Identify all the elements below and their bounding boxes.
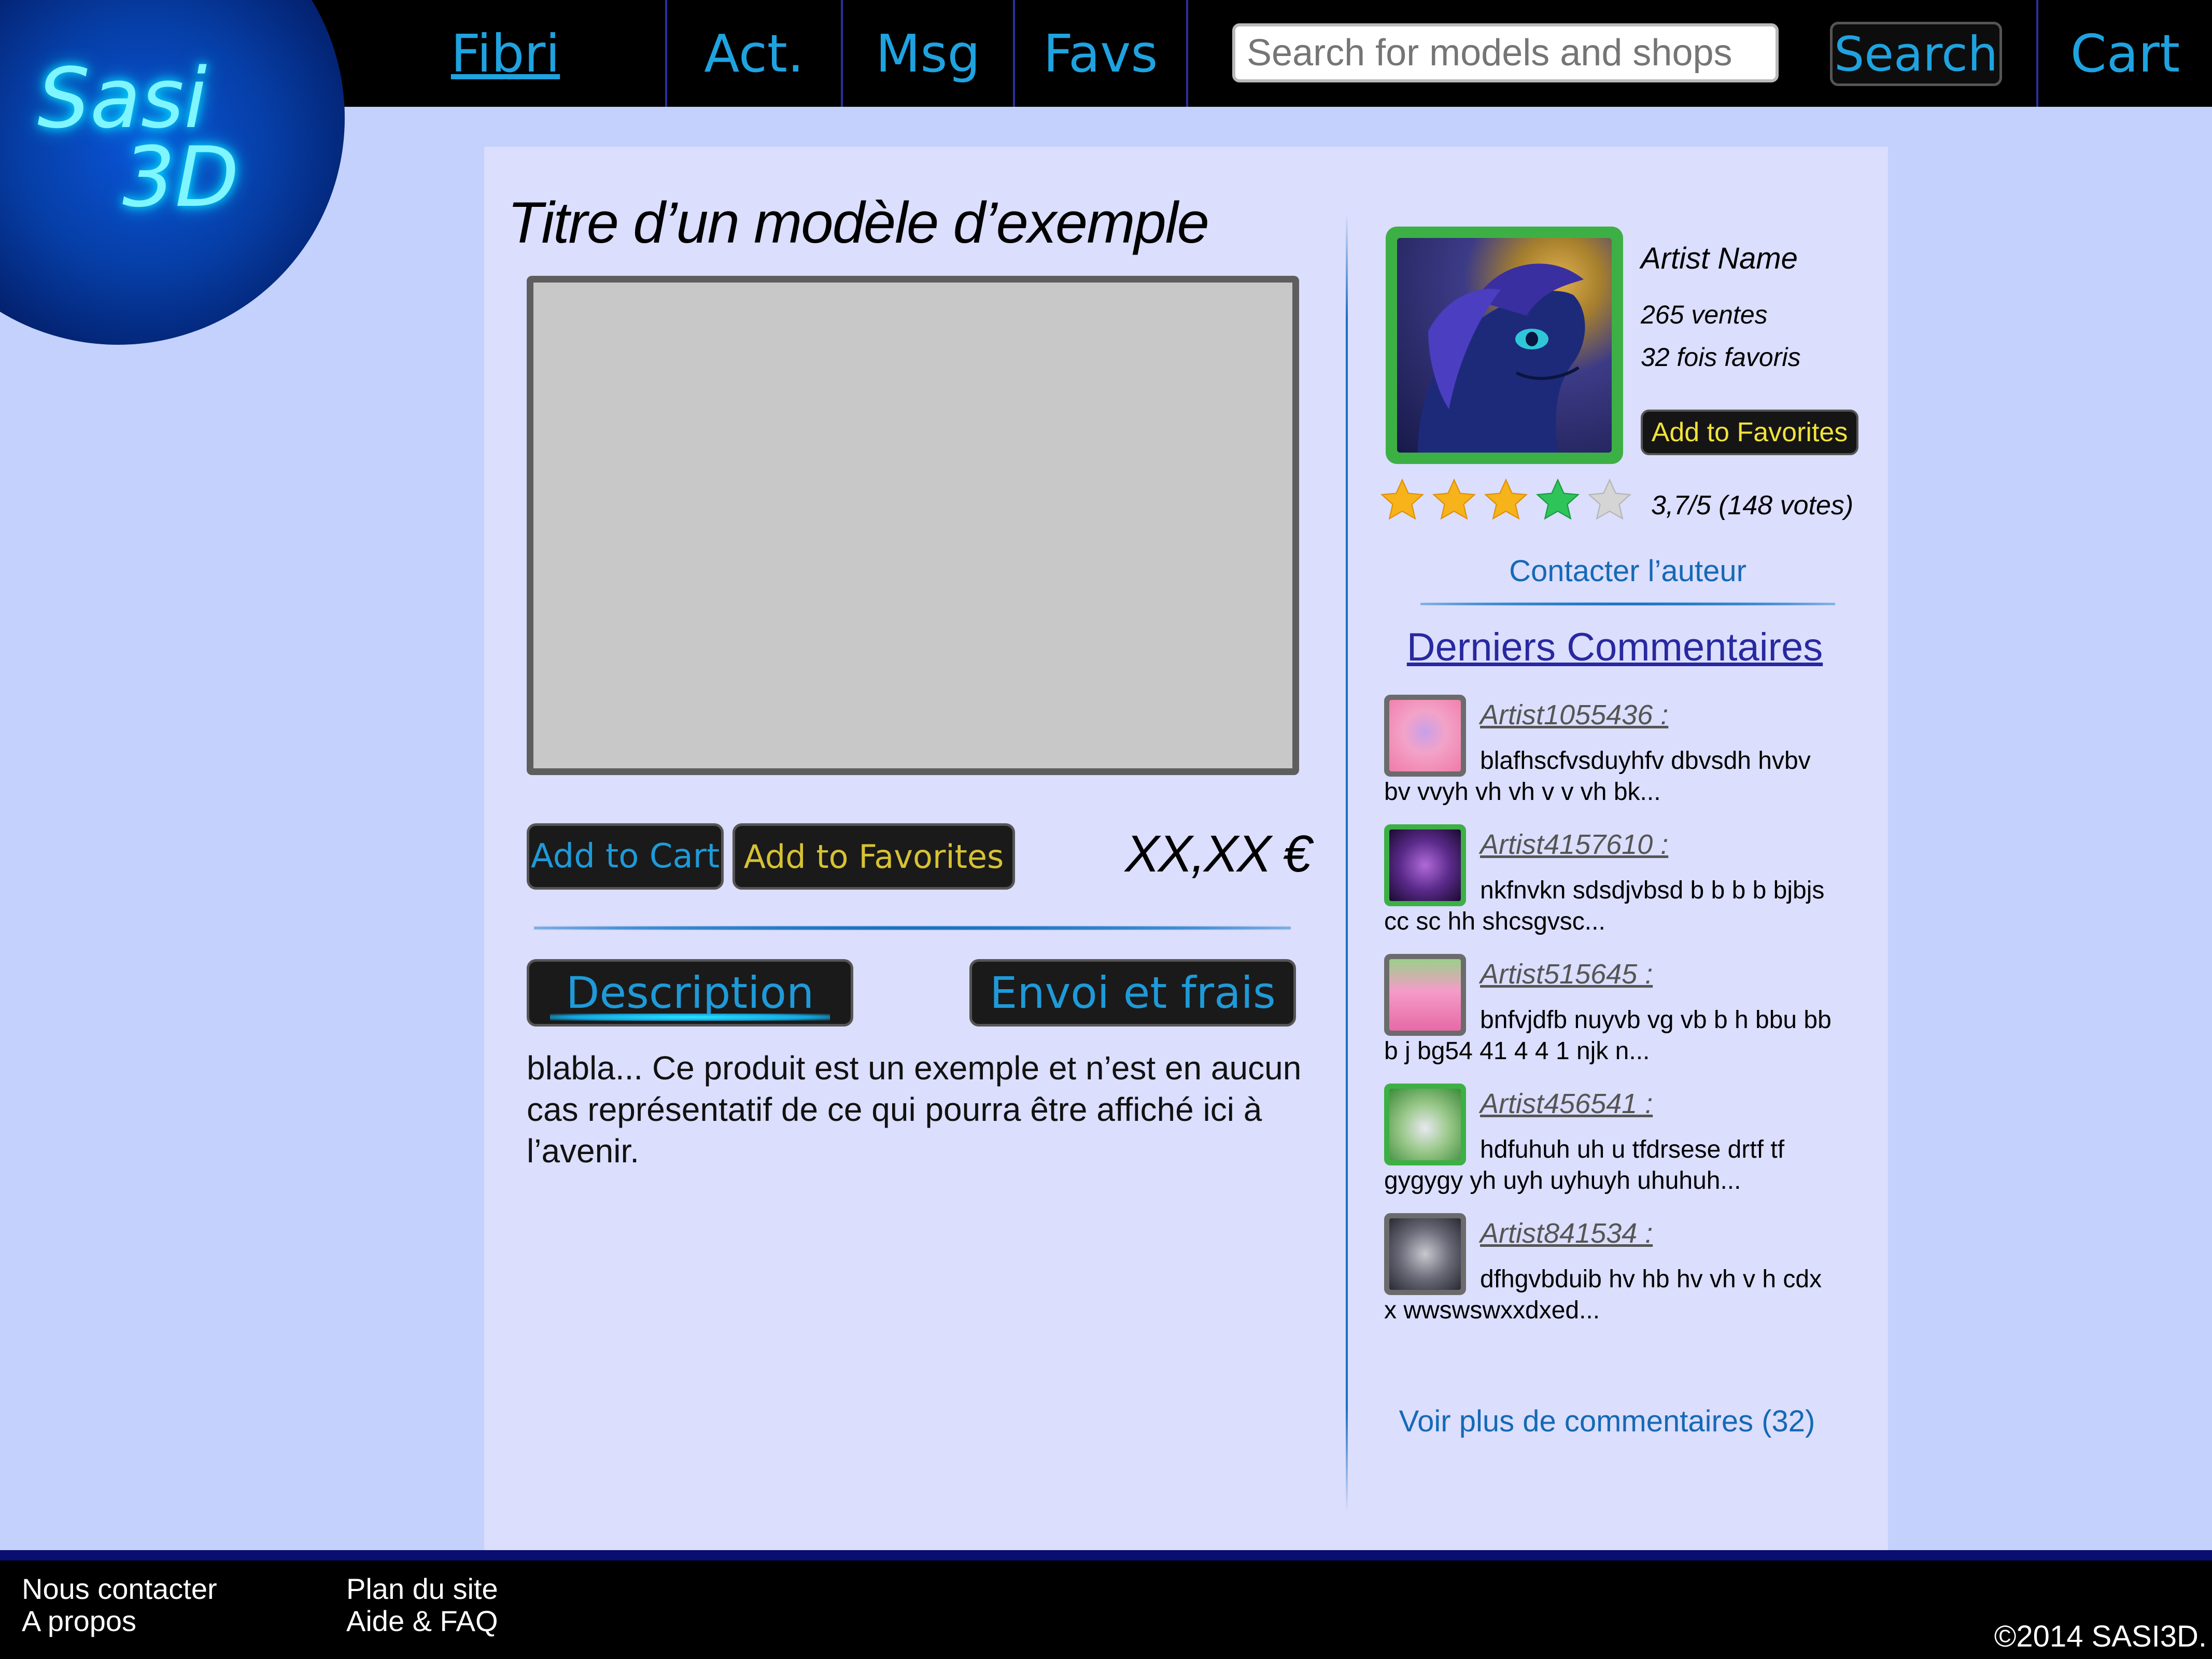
comment-text: blafhscfvsduyhfv dbvsdh hvbv bv vvyh vh … — [1384, 747, 1811, 806]
artist-name[interactable]: Artist Name — [1641, 241, 1798, 276]
rating-stars[interactable] — [1379, 477, 1633, 524]
description-text: blabla... Ce produit est un exemple et n… — [527, 1049, 1302, 1170]
star-icon[interactable] — [1431, 477, 1477, 524]
logo-text-line1: Sasi — [37, 50, 207, 147]
nav-messages-link[interactable]: Msg — [843, 0, 1013, 107]
footer-contact-link[interactable]: Nous contacter — [22, 1572, 217, 1606]
logo-text-line2: 3D — [122, 129, 239, 226]
star-icon[interactable] — [1379, 477, 1426, 524]
comment-author[interactable]: Artist4157610 : — [1480, 828, 1668, 861]
comment-text: nkfnvkn sdsdjvbsd b b b b bjbjs cc sc hh… — [1384, 877, 1825, 935]
search-button[interactable]: Search — [1830, 22, 2002, 86]
artist-favorites-count: 32 fois favoris — [1641, 343, 1801, 372]
footer-about-link[interactable]: A propos — [22, 1604, 136, 1638]
rating-summary: 3,7/5 (148 votes) — [1651, 490, 1854, 521]
star-icon[interactable] — [1586, 477, 1633, 524]
price-label: XX,XX € — [1125, 825, 1312, 883]
nav-cart-link[interactable]: Cart — [2038, 0, 2212, 107]
add-to-favorites-button[interactable]: Add to Favorites — [732, 823, 1015, 890]
divider — [1420, 602, 1835, 606]
nav-favs-link[interactable]: Favs — [1015, 0, 1186, 107]
copyright-notice: ©2014 SASI3D. — [1994, 1620, 2207, 1653]
artist-sales-count: 265 ventes — [1641, 300, 1768, 329]
comment-author[interactable]: Artist456541 : — [1480, 1088, 1653, 1120]
nav-separator — [1186, 0, 1188, 107]
star-icon[interactable] — [1534, 477, 1581, 524]
nav-activity-link[interactable]: Act. — [667, 0, 841, 107]
comment-author[interactable]: Artist841534 : — [1480, 1217, 1653, 1249]
more-comments-link[interactable]: Voir plus de commentaires (32) — [1348, 1404, 1866, 1439]
comment-text: hdfuhuh uh u tfdrsese drtf tf gygygy yh … — [1384, 1136, 1785, 1194]
search-input[interactable] — [1232, 23, 1779, 82]
column-divider — [1346, 214, 1348, 1512]
artist-avatar[interactable] — [1386, 227, 1623, 464]
tab-shipping[interactable]: Envoi et frais — [969, 959, 1296, 1027]
footer-help-link[interactable]: Aide & FAQ — [346, 1604, 498, 1638]
tab-description[interactable]: Description — [527, 959, 853, 1027]
divider — [534, 926, 1291, 930]
model-title: Titre d’un modèle d’exemple — [508, 190, 1209, 255]
contact-author-link[interactable]: Contacter l’auteur — [1488, 554, 1768, 588]
comment-author[interactable]: Artist515645 : — [1480, 958, 1653, 990]
footer-band — [0, 1550, 2212, 1560]
comment-text: bnfvjdfb nuyvb vg vb b h bbu bb b j bg54… — [1384, 1006, 1831, 1065]
artist-add-to-favorites-button[interactable]: Add to Favorites — [1641, 410, 1858, 455]
footer-sitemap-link[interactable]: Plan du site — [346, 1572, 498, 1606]
avatar-image — [1397, 238, 1612, 453]
star-icon[interactable] — [1483, 477, 1529, 524]
comment-author[interactable]: Artist1055436 : — [1480, 699, 1668, 731]
add-to-cart-button[interactable]: Add to Cart — [527, 823, 724, 890]
comment-text: dfhgvbduib hv hb hv vh v h cdx x wwswswx… — [1384, 1266, 1822, 1324]
nav-fibri-link[interactable]: Fibri — [345, 0, 666, 107]
model-preview-viewer[interactable] — [527, 276, 1299, 775]
footer: Nous contacter A propos Plan du site Aid… — [0, 1560, 2212, 1659]
comments-heading[interactable]: Derniers Commentaires — [1394, 625, 1835, 670]
